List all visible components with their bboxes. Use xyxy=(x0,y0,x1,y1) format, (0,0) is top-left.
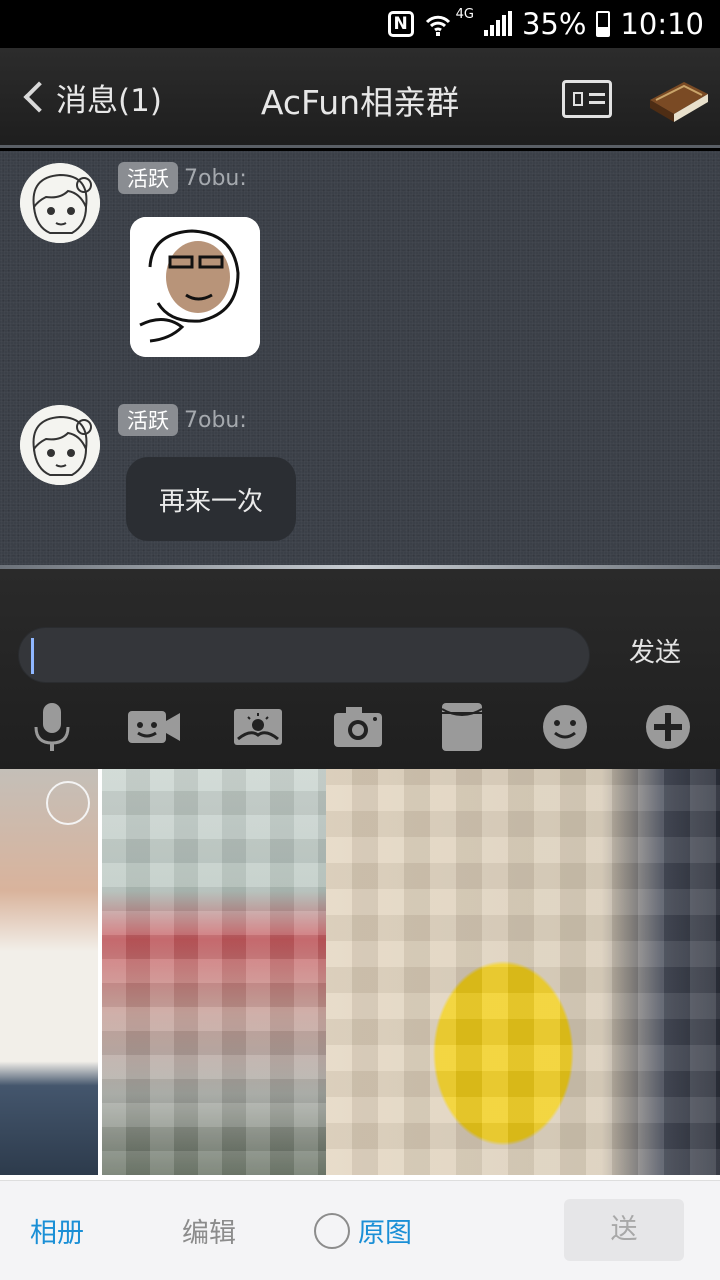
activity-badge: 活跃 xyxy=(118,162,178,194)
photo-thumbnail[interactable] xyxy=(102,769,328,1175)
chat-area: 活跃 7obu: 活跃 7obu: 再来一次 xyxy=(0,151,720,565)
sticker-image[interactable] xyxy=(130,217,260,357)
status-bar: N 4G 35% 10:10 xyxy=(0,0,720,48)
camera-icon[interactable] xyxy=(330,699,386,755)
message-meta: 活跃 7obu: xyxy=(118,404,247,436)
signal-icon xyxy=(483,11,512,36)
edit-button[interactable]: 编辑 xyxy=(182,1211,236,1250)
photo-picker xyxy=(0,769,720,1180)
back-button[interactable]: 消息(1) xyxy=(18,74,162,120)
message-input[interactable] xyxy=(18,627,590,683)
book-icon[interactable] xyxy=(644,70,712,126)
composer: 发送 xyxy=(0,569,720,769)
send-button[interactable]: 发送 xyxy=(610,631,700,675)
wifi-icon xyxy=(425,15,450,36)
page-title: AcFun相亲群 xyxy=(260,83,460,122)
video-icon[interactable] xyxy=(126,699,182,755)
chevron-left-icon xyxy=(23,81,55,113)
network-type: 4G xyxy=(455,6,474,22)
back-label: 消息(1) xyxy=(56,82,162,119)
original-label: 原图 xyxy=(358,1218,412,1249)
title-bar: 消息(1) AcFun相亲群 xyxy=(0,48,720,148)
radio-icon[interactable] xyxy=(314,1212,350,1249)
nfc-icon: N xyxy=(387,11,414,37)
photo-thumbnail[interactable] xyxy=(0,769,98,1175)
message-bubble[interactable]: 再来一次 xyxy=(126,457,296,541)
folder-icon[interactable] xyxy=(434,699,490,755)
select-circle[interactable] xyxy=(46,781,90,825)
message-meta: 活跃 7obu: xyxy=(118,162,247,194)
picker-send-button[interactable]: 送 xyxy=(564,1199,684,1261)
plus-icon[interactable] xyxy=(640,699,696,755)
clock: 10:10 xyxy=(620,7,704,41)
picker-toolbar: 相册 编辑 原图 送 xyxy=(0,1180,720,1280)
avatar[interactable] xyxy=(20,163,100,243)
original-toggle[interactable]: 原图 xyxy=(314,1211,412,1250)
contact-card-icon[interactable] xyxy=(562,80,612,118)
album-button[interactable]: 相册 xyxy=(30,1211,84,1250)
sender-name: 7obu: xyxy=(184,407,247,433)
battery-percent: 35% xyxy=(521,7,587,41)
image-icon[interactable] xyxy=(230,699,286,755)
avatar[interactable] xyxy=(20,405,100,485)
activity-badge: 活跃 xyxy=(118,404,178,436)
emoji-icon[interactable] xyxy=(537,699,593,755)
battery-icon xyxy=(596,11,611,37)
sender-name: 7obu: xyxy=(184,165,247,191)
photo-thumbnail[interactable] xyxy=(326,769,720,1175)
microphone-icon[interactable] xyxy=(24,699,80,755)
text-caret xyxy=(31,638,34,674)
